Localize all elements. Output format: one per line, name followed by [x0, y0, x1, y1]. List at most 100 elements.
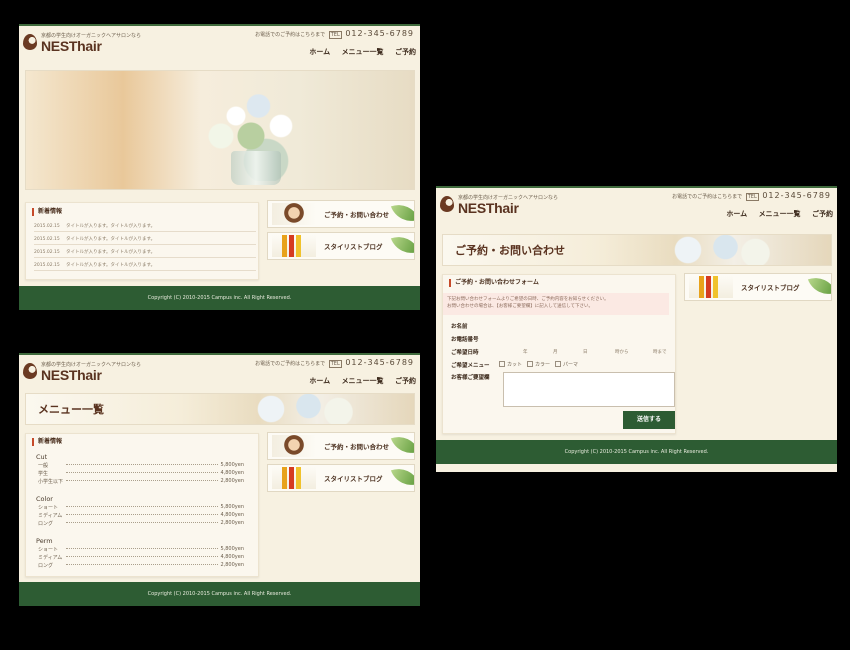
form-note: 下記お問い合わせフォームよりご希望の日時、ご予約内容をお知らせください。 お問い…	[443, 293, 669, 315]
contact-prefix: お電話でのご予約はこちらまで	[672, 194, 743, 200]
bottles-photo	[272, 467, 316, 489]
contact-prefix: お電話でのご予約はこちらまで	[255, 32, 326, 38]
news-item[interactable]: 2015.02.15 タイトルが入ります。タイトルが入ります。	[34, 249, 256, 258]
menu-item-price: 2,800yen	[220, 562, 244, 568]
news-date: 2015.02.15	[34, 250, 60, 255]
leaf-icon	[390, 201, 414, 227]
logo-icon	[23, 34, 37, 50]
menu-item-name: ロング	[38, 521, 54, 527]
news-date: 2015.02.15	[34, 263, 60, 268]
checkbox-icon	[499, 361, 505, 367]
nav-home[interactable]: ホーム	[309, 377, 330, 385]
logo-text: NESThair	[41, 367, 102, 383]
submit-button[interactable]: 送信する	[623, 411, 675, 429]
news-item[interactable]: 2015.02.15 タイトルが入ります。タイトルが入ります。	[34, 236, 256, 245]
phone-number: 012-345-6789	[345, 29, 414, 38]
page-header: メニュー一覧	[25, 393, 415, 425]
phone-label: お電話番号	[451, 337, 479, 343]
menu-item-price: 4,800yen	[220, 470, 244, 476]
blog-banner-label: スタイリストブログ	[324, 475, 383, 483]
nav-menu[interactable]: メニュー一覧	[342, 48, 384, 56]
request-label: お客様ご要望欄	[451, 375, 490, 381]
contact-form-panel: ご予約・お問い合わせフォーム 下記お問い合わせフォームよりご希望の日時、ご予約内…	[442, 274, 676, 434]
news-item[interactable]: 2015.02.15 タイトルが入ります。タイトルが入ります。	[34, 223, 256, 232]
blog-banner-label: スタイリストブログ	[741, 284, 800, 292]
blog-banner[interactable]: スタイリストブログ	[267, 232, 415, 260]
news-panel: 新着情報 2015.02.15 タイトルが入ります。タイトルが入ります。 2015…	[25, 202, 259, 280]
blog-banner[interactable]: スタイリストブログ	[684, 273, 832, 301]
news-text: タイトルが入ります。タイトルが入ります。	[66, 250, 156, 255]
color-checkbox[interactable]: カラー	[527, 361, 550, 368]
color-option-label: カラー	[535, 362, 551, 368]
form-note-line: 下記お問い合わせフォームよりご希望の日時、ご予約内容をお知らせください。	[447, 297, 609, 302]
name-label: お名前	[451, 324, 468, 330]
global-nav: ホーム メニュー一覧 ご予約	[717, 209, 833, 219]
nav-home[interactable]: ホーム	[726, 210, 747, 218]
tel-badge: TEL	[745, 193, 759, 201]
checkbox-icon	[555, 361, 561, 367]
model-photo	[272, 435, 316, 457]
menu-item-price: 5,800yen	[220, 504, 244, 510]
bottles-photo	[272, 235, 316, 257]
menu-panel: 新着情報 Cut 一般 5,800yen 学生 4,800yen 小学生以下 2,80…	[25, 433, 259, 577]
logo-text: NESThair	[458, 200, 519, 216]
global-nav: ホーム メニュー一覧 ご予約	[300, 376, 416, 386]
logo-text: NESThair	[41, 38, 102, 54]
menu-item-price: 5,800yen	[220, 546, 244, 552]
screenshot-contact: お電話でのご予約はこちらまで TEL 012-345-6789 京都の学生向けオ…	[436, 186, 837, 472]
cut-checkbox[interactable]: カット	[499, 361, 522, 368]
flower-illustration	[226, 394, 376, 424]
news-date: 2015.02.15	[34, 237, 60, 242]
menu-item-name: ミディアム	[38, 513, 63, 519]
menu-item-price: 4,800yen	[220, 554, 244, 560]
footer: Copyright (C) 2010-2015 Campus inc. All …	[19, 286, 420, 310]
menu-item-name: 学生	[38, 471, 49, 477]
request-textarea[interactable]	[503, 372, 675, 407]
menu-item-price: 2,800yen	[220, 520, 244, 526]
nav-home[interactable]: ホーム	[309, 48, 330, 56]
nav-reserve[interactable]: ご予約	[395, 48, 416, 56]
logo-icon	[440, 196, 454, 212]
news-date: 2015.02.15	[34, 224, 60, 229]
contact-line: お電話でのご予約はこちらまで TEL 012-345-6789	[672, 191, 831, 201]
year-unit: 年	[523, 350, 528, 355]
reserve-banner-label: ご予約・お問い合わせ	[324, 211, 389, 219]
model-photo	[272, 203, 316, 225]
nav-reserve[interactable]: ご予約	[395, 377, 416, 385]
phone-number: 012-345-6789	[762, 191, 831, 200]
flower-illustration	[643, 235, 793, 265]
screenshot-home: お電話でのご予約はこちらまで TEL 012-345-6789 京都の学生向けオ…	[19, 24, 420, 310]
leaf-icon	[390, 433, 414, 459]
news-item[interactable]: 2015.02.15 タイトルが入ります。タイトルが入ります。	[34, 262, 256, 271]
menu-item-name: ショート	[38, 505, 59, 511]
news-text: タイトルが入ります。タイトルが入ります。	[66, 263, 156, 268]
logo-icon	[23, 363, 37, 379]
nav-reserve[interactable]: ご予約	[812, 210, 833, 218]
footer: Copyright (C) 2010-2015 Campus inc. All …	[19, 582, 420, 606]
menu-category: Perm	[36, 537, 53, 545]
perm-checkbox[interactable]: パーマ	[555, 361, 578, 368]
menu-item-name: ショート	[38, 547, 59, 553]
form-note-line: お問い合わせの場合は、【お客様ご要望欄】に記入して送信して下さい。	[447, 304, 593, 309]
day-unit: 日	[583, 350, 588, 355]
contact-line: お電話でのご予約はこちらまで TEL 012-345-6789	[255, 29, 414, 39]
nav-menu[interactable]: メニュー一覧	[759, 210, 801, 218]
reserve-banner[interactable]: ご予約・お問い合わせ	[267, 432, 415, 460]
panel-title: 新着情報	[32, 438, 62, 446]
menu-item-name: 小学生以下	[38, 479, 64, 485]
checkbox-icon	[527, 361, 533, 367]
form-title: ご予約・お問い合わせフォーム	[449, 279, 539, 287]
reserve-banner[interactable]: ご予約・お問い合わせ	[267, 200, 415, 228]
nav-menu[interactable]: メニュー一覧	[342, 377, 384, 385]
screenshot-menu: お電話でのご予約はこちらまで TEL 012-345-6789 京都の学生向けオ…	[19, 353, 420, 606]
menu-item-name: 一般	[38, 463, 49, 469]
menu-category: Color	[36, 495, 53, 503]
tel-badge: TEL	[328, 31, 342, 39]
page-title: ご予約・お問い合わせ	[455, 244, 565, 257]
footer: Copyright (C) 2010-2015 Campus inc. All …	[436, 440, 837, 464]
blog-banner[interactable]: スタイリストブログ	[267, 464, 415, 492]
menu-category: Cut	[36, 453, 48, 461]
hour-from-unit: 時から	[615, 350, 629, 355]
leaf-icon	[807, 274, 831, 300]
datetime-label: ご希望日時	[451, 350, 479, 356]
